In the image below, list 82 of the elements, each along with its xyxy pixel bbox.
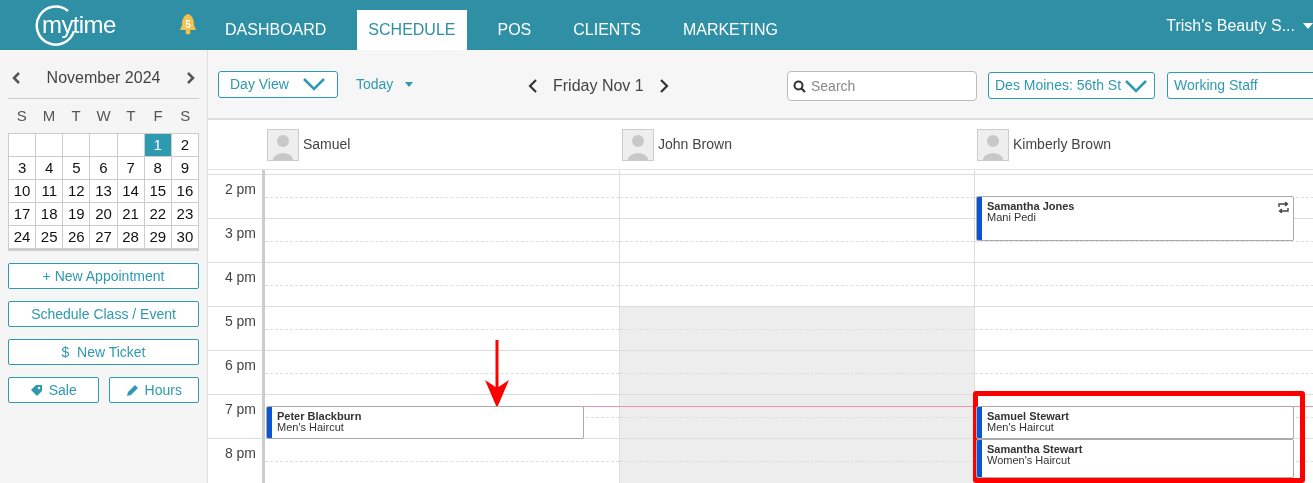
calendar-day[interactable]: 16 [171, 180, 198, 202]
calendar-day[interactable]: 21 [117, 203, 144, 225]
calendar-day[interactable]: 12 [63, 180, 90, 202]
chevron-down-icon [302, 77, 326, 91]
client-name: Samantha Jones [987, 201, 1076, 212]
hour-label: 2 pm [224, 181, 256, 197]
hour-label: 4 pm [224, 269, 256, 285]
nav-tab[interactable]: DASHBOARD [214, 10, 338, 50]
calendar-day[interactable]: 19 [63, 203, 90, 225]
calendar-day[interactable]: 4 [36, 157, 63, 179]
appointment-card[interactable]: Samantha Stewart Women's Haircut [976, 439, 1294, 478]
calendar-day[interactable]: 11 [36, 180, 63, 202]
staff-name: Samuel [303, 135, 351, 154]
service-name: Men's Haircut [277, 422, 345, 433]
calendar-day[interactable]: 26 [63, 226, 90, 248]
calendar-day[interactable]: 13 [90, 180, 117, 202]
staff-name: Kimberly Brown [1013, 135, 1112, 154]
client-name: Samuel Stewart [987, 411, 1070, 422]
calendar-day[interactable]: 24 [9, 226, 36, 248]
calendar-day[interactable]: 2 [171, 134, 198, 156]
calendar-day[interactable]: 28 [117, 226, 144, 248]
hour-label: 6 pm [224, 357, 256, 373]
nav-tab[interactable]: SCHEDULE [357, 10, 467, 50]
calendar-day[interactable]: 17 [9, 203, 36, 225]
hour-label: 7 pm [224, 401, 256, 417]
weekday-label: S [15, 105, 28, 126]
calendar-day[interactable]: 9 [171, 157, 198, 179]
calendar-day[interactable]: 14 [117, 180, 144, 202]
weekday-label: F [152, 105, 164, 126]
account-menu[interactable]: Trish's Beauty S... [1166, 14, 1313, 38]
calendar-day[interactable]: 15 [144, 180, 171, 202]
chevron-down-icon [1124, 78, 1148, 93]
client-name: Peter Blackburn [277, 411, 363, 422]
calendar-day[interactable]: 27 [90, 226, 117, 248]
current-date: Friday Nov 1 [553, 76, 644, 96]
appointment-card[interactable]: Samantha Jones Mani Pedi [976, 196, 1294, 241]
hour-label: 8 pm [224, 445, 256, 461]
hour-label: 3 pm [224, 225, 256, 241]
tag-icon [29, 383, 43, 397]
calendar-day[interactable]: 22 [144, 203, 171, 225]
calendar-day[interactable]: 5 [63, 157, 90, 179]
calendar-day[interactable]: 7 [117, 157, 144, 179]
service-name: Mani Pedi [987, 212, 1037, 223]
calendar-day[interactable]: 25 [36, 226, 63, 248]
avatar-icon [622, 128, 654, 161]
calendar-day[interactable]: 29 [144, 226, 171, 248]
month-title: November 2024 [46, 68, 161, 88]
previous-day-icon[interactable] [528, 79, 537, 93]
appointment-card[interactable]: Samuel Stewart Men's Haircut [976, 406, 1294, 439]
calendar-day[interactable]: 20 [90, 203, 117, 225]
weekday-label: S [179, 105, 192, 126]
next-month-icon[interactable] [187, 72, 195, 84]
weekday-label: T [125, 105, 137, 126]
service-name: Women's Haircut [987, 455, 1072, 466]
weekday-label: M [41, 105, 57, 126]
search-field[interactable]: Search [787, 71, 977, 101]
nav-tab[interactable]: POS [486, 10, 543, 50]
logo[interactable]: mytime [34, 3, 116, 47]
pencil-icon [125, 383, 139, 397]
caret-icon [1303, 23, 1313, 29]
calendar-day[interactable]: 8 [144, 157, 171, 179]
nav-tab[interactable]: CLIENTS [562, 10, 652, 50]
search-icon [793, 80, 806, 93]
appointment-card[interactable]: Peter Blackburn Men's Haircut [266, 406, 584, 439]
nav-tab[interactable]: MARKETING [671, 10, 789, 50]
weekday-label: W [95, 105, 112, 126]
avatar-icon [267, 128, 299, 161]
avatar-icon [977, 128, 1009, 161]
client-name: Samantha Stewart [987, 444, 1084, 455]
calendar-day[interactable]: 18 [36, 203, 63, 225]
calendar-day[interactable]: 10 [9, 180, 36, 202]
previous-month-icon[interactable] [12, 72, 20, 84]
hour-label: 5 pm [224, 313, 256, 329]
weekday-label: T [70, 105, 82, 126]
calendar-day[interactable]: 30 [171, 226, 198, 248]
calendar-day[interactable]: 3 [9, 157, 36, 179]
service-name: Men's Haircut [987, 422, 1055, 433]
calendar-day[interactable]: 6 [90, 157, 117, 179]
calendar-day[interactable]: 23 [171, 203, 198, 225]
caret-icon [405, 81, 414, 87]
next-day-icon[interactable] [659, 79, 669, 93]
staff-name: John Brown [658, 135, 732, 154]
